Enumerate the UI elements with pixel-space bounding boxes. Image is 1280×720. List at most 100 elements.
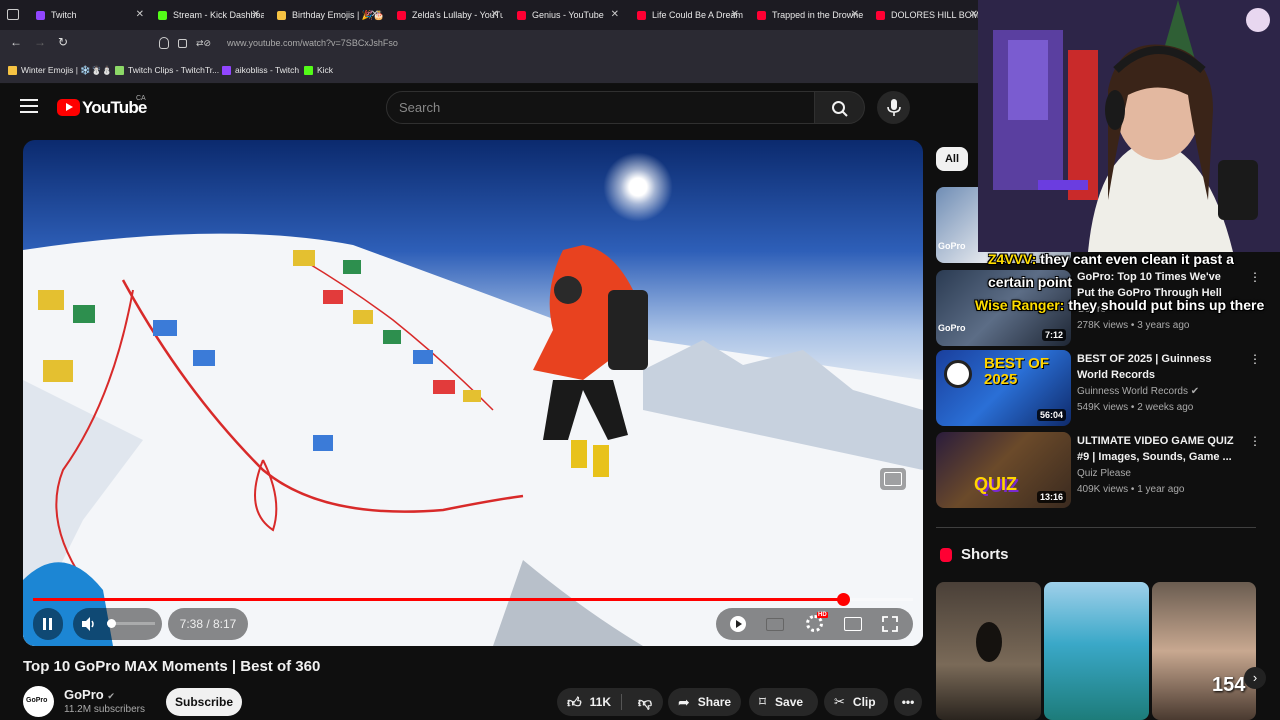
more-actions-button[interactable]: ••• — [894, 688, 922, 716]
search-input[interactable]: Search — [386, 91, 815, 124]
browser-tab-trapped[interactable]: Trapped in the Drowne ✕ — [751, 4, 863, 26]
chip-all[interactable]: All — [936, 147, 968, 171]
short-thumbnail[interactable] — [1044, 582, 1149, 720]
browser-tab-zelda[interactable]: Zelda's Lullaby - YouTu ✕ — [391, 4, 503, 26]
tab-list-icon[interactable] — [7, 9, 19, 20]
youtube-logo-icon[interactable] — [57, 99, 80, 116]
bookmark-winter-emojis[interactable]: Winter Emojis | ❄️☃️⛄ — [8, 65, 112, 76]
subtitles-icon[interactable] — [766, 618, 784, 631]
recommendation-meta: 278K views • 3 years ago — [1077, 320, 1190, 331]
twitchtracker-icon — [115, 65, 124, 75]
hamburger-menu-icon[interactable] — [20, 99, 38, 113]
close-tab-icon[interactable]: ✕ — [611, 9, 619, 20]
more-vertical-icon[interactable]: ⋮ — [1249, 434, 1261, 448]
close-tab-icon[interactable]: ✕ — [136, 9, 144, 20]
close-tab-icon[interactable]: ✕ — [371, 9, 379, 20]
thumbs-up-icon: 👍︎ — [567, 693, 582, 710]
thumbs-down-icon: 👎︎ — [637, 693, 653, 710]
bookmark-kick[interactable]: Kick — [304, 65, 333, 75]
url-text[interactable]: www.youtube.com/watch?v=7SBCxJshFso — [227, 38, 398, 48]
player-right-controls: HD — [716, 608, 913, 640]
recommendation-thumbnail[interactable]: QUIZ 13:16 — [936, 432, 1071, 508]
bird-figure — [976, 622, 1002, 662]
like-button[interactable]: 👍︎ 11K — [557, 688, 621, 716]
back-arrow-icon[interactable]: ← — [10, 35, 22, 49]
duration-badge: 56:04 — [1036, 409, 1066, 421]
recommendation-meta: 409K views • 1 year ago — [1077, 484, 1185, 495]
recommendation-channel[interactable]: Quiz Please — [1077, 468, 1131, 479]
webcam-scene — [978, 0, 1280, 252]
browser-tab-kick[interactable]: Stream - Kick Dashboa ✕ — [152, 4, 264, 26]
shorts-heading: Shorts — [961, 546, 1009, 563]
save-button[interactable]: ⌑ Save — [749, 688, 818, 716]
channel-name[interactable]: GoPro ✔ — [64, 687, 115, 702]
browser-tab-dolores[interactable]: DOLORES HILL BOMB ✕ — [870, 4, 982, 26]
progress-bar-fill — [33, 598, 843, 601]
close-tab-icon[interactable]: ✕ — [491, 9, 499, 20]
lock-icon[interactable] — [178, 39, 187, 48]
fullscreen-icon[interactable] — [882, 616, 898, 632]
subscriber-count: 11.2M subscribers — [64, 704, 145, 715]
chat-message: Z4VVV: they cant even clean it past a ce… — [988, 251, 1234, 290]
recommendation-title[interactable]: ULTIMATE VIDEO GAME QUIZ #9 | Images, So… — [1077, 433, 1239, 465]
recommendation-thumbnail[interactable]: BEST OF 2025 56:04 — [936, 350, 1071, 426]
dislike-button[interactable]: 👎︎ — [627, 688, 663, 716]
forward-arrow-icon[interactable]: → — [34, 35, 46, 49]
youtube-favicon-icon — [397, 10, 406, 20]
close-tab-icon[interactable]: ✕ — [252, 9, 260, 20]
kick-icon — [304, 65, 313, 75]
streamer-webcam-overlay — [978, 0, 1280, 252]
guinness-logo-icon — [944, 360, 972, 388]
browser-tab-genius[interactable]: Genius - YouTube ✕ — [511, 4, 623, 26]
recommendation-title[interactable]: BEST OF 2025 | Guinness World Records — [1077, 351, 1239, 383]
reload-icon[interactable]: ↻ — [58, 35, 68, 49]
youtube-favicon-icon — [517, 10, 526, 20]
subscribe-button[interactable]: Subscribe — [166, 688, 242, 716]
short-thumbnail[interactable]: 154 — [1152, 582, 1256, 720]
channel-avatar[interactable]: GoPro — [23, 686, 54, 717]
scissors-icon: ✂ — [834, 694, 845, 709]
close-tab-icon[interactable]: ✕ — [731, 9, 739, 20]
search-button[interactable] — [815, 91, 865, 124]
video-frame-scene — [23, 233, 923, 646]
share-button[interactable]: ➦ Share — [668, 688, 741, 716]
microphone-icon — [887, 99, 901, 116]
share-arrow-icon: ➦ — [678, 693, 690, 710]
short-thumbnail[interactable] — [936, 582, 1041, 720]
shorts-next-arrow-icon[interactable]: › — [1244, 667, 1266, 689]
voice-search-button[interactable] — [877, 91, 910, 124]
volume-icon[interactable] — [81, 616, 97, 632]
bookmark-twitch-clips[interactable]: Twitch Clips - TwitchTr... — [115, 65, 219, 75]
clip-button[interactable]: ✂ Clip — [824, 688, 888, 716]
autoplay-toggle-icon[interactable] — [730, 616, 746, 632]
folder-icon — [8, 66, 17, 75]
shield-icon[interactable] — [159, 37, 169, 49]
kick-favicon-icon — [158, 10, 167, 20]
recommendation-channel[interactable]: Guinness World Records ✔ — [1077, 386, 1199, 397]
youtube-favicon-icon — [637, 10, 646, 20]
verified-check-icon: ✔ — [1190, 386, 1200, 397]
browser-tab-emojis[interactable]: Birthday Emojis | 🎉🎂 ✕ — [271, 4, 383, 26]
video-title: Top 10 GoPro MAX Moments | Best of 360 — [23, 658, 321, 675]
youtube-favicon-icon — [876, 10, 885, 20]
video-player[interactable] — [23, 140, 923, 646]
verified-check-icon: ✔ — [107, 691, 115, 701]
progress-scrubber[interactable] — [837, 593, 850, 606]
youtube-favicon-icon — [757, 10, 766, 20]
theater-mode-icon[interactable] — [844, 617, 862, 631]
bookmark-aikobliss-twitch[interactable]: aikobliss - Twitch — [222, 65, 299, 75]
close-tab-icon[interactable]: ✕ — [970, 9, 978, 20]
volume-slider-handle[interactable] — [107, 619, 116, 628]
chat-message: Wise Ranger: they should put bins up the… — [975, 297, 1265, 313]
volume-control[interactable] — [73, 608, 162, 640]
region-code: CA — [136, 95, 146, 102]
pause-button[interactable] — [33, 608, 63, 640]
browser-tab-twitch[interactable]: Twitch ✕ — [30, 4, 148, 26]
close-tab-icon[interactable]: ✕ — [851, 9, 859, 20]
picture-in-picture-icon[interactable] — [880, 468, 906, 490]
recommendation-meta: 549K views • 2 weeks ago — [1077, 402, 1194, 413]
more-vertical-icon[interactable]: ⋮ — [1249, 352, 1261, 366]
more-horizontal-icon: ••• — [901, 695, 915, 709]
permissions-icon[interactable]: ⇄⊘ — [196, 38, 218, 48]
browser-tab-life-dream[interactable]: Life Could Be A Dream ✕ — [631, 4, 743, 26]
